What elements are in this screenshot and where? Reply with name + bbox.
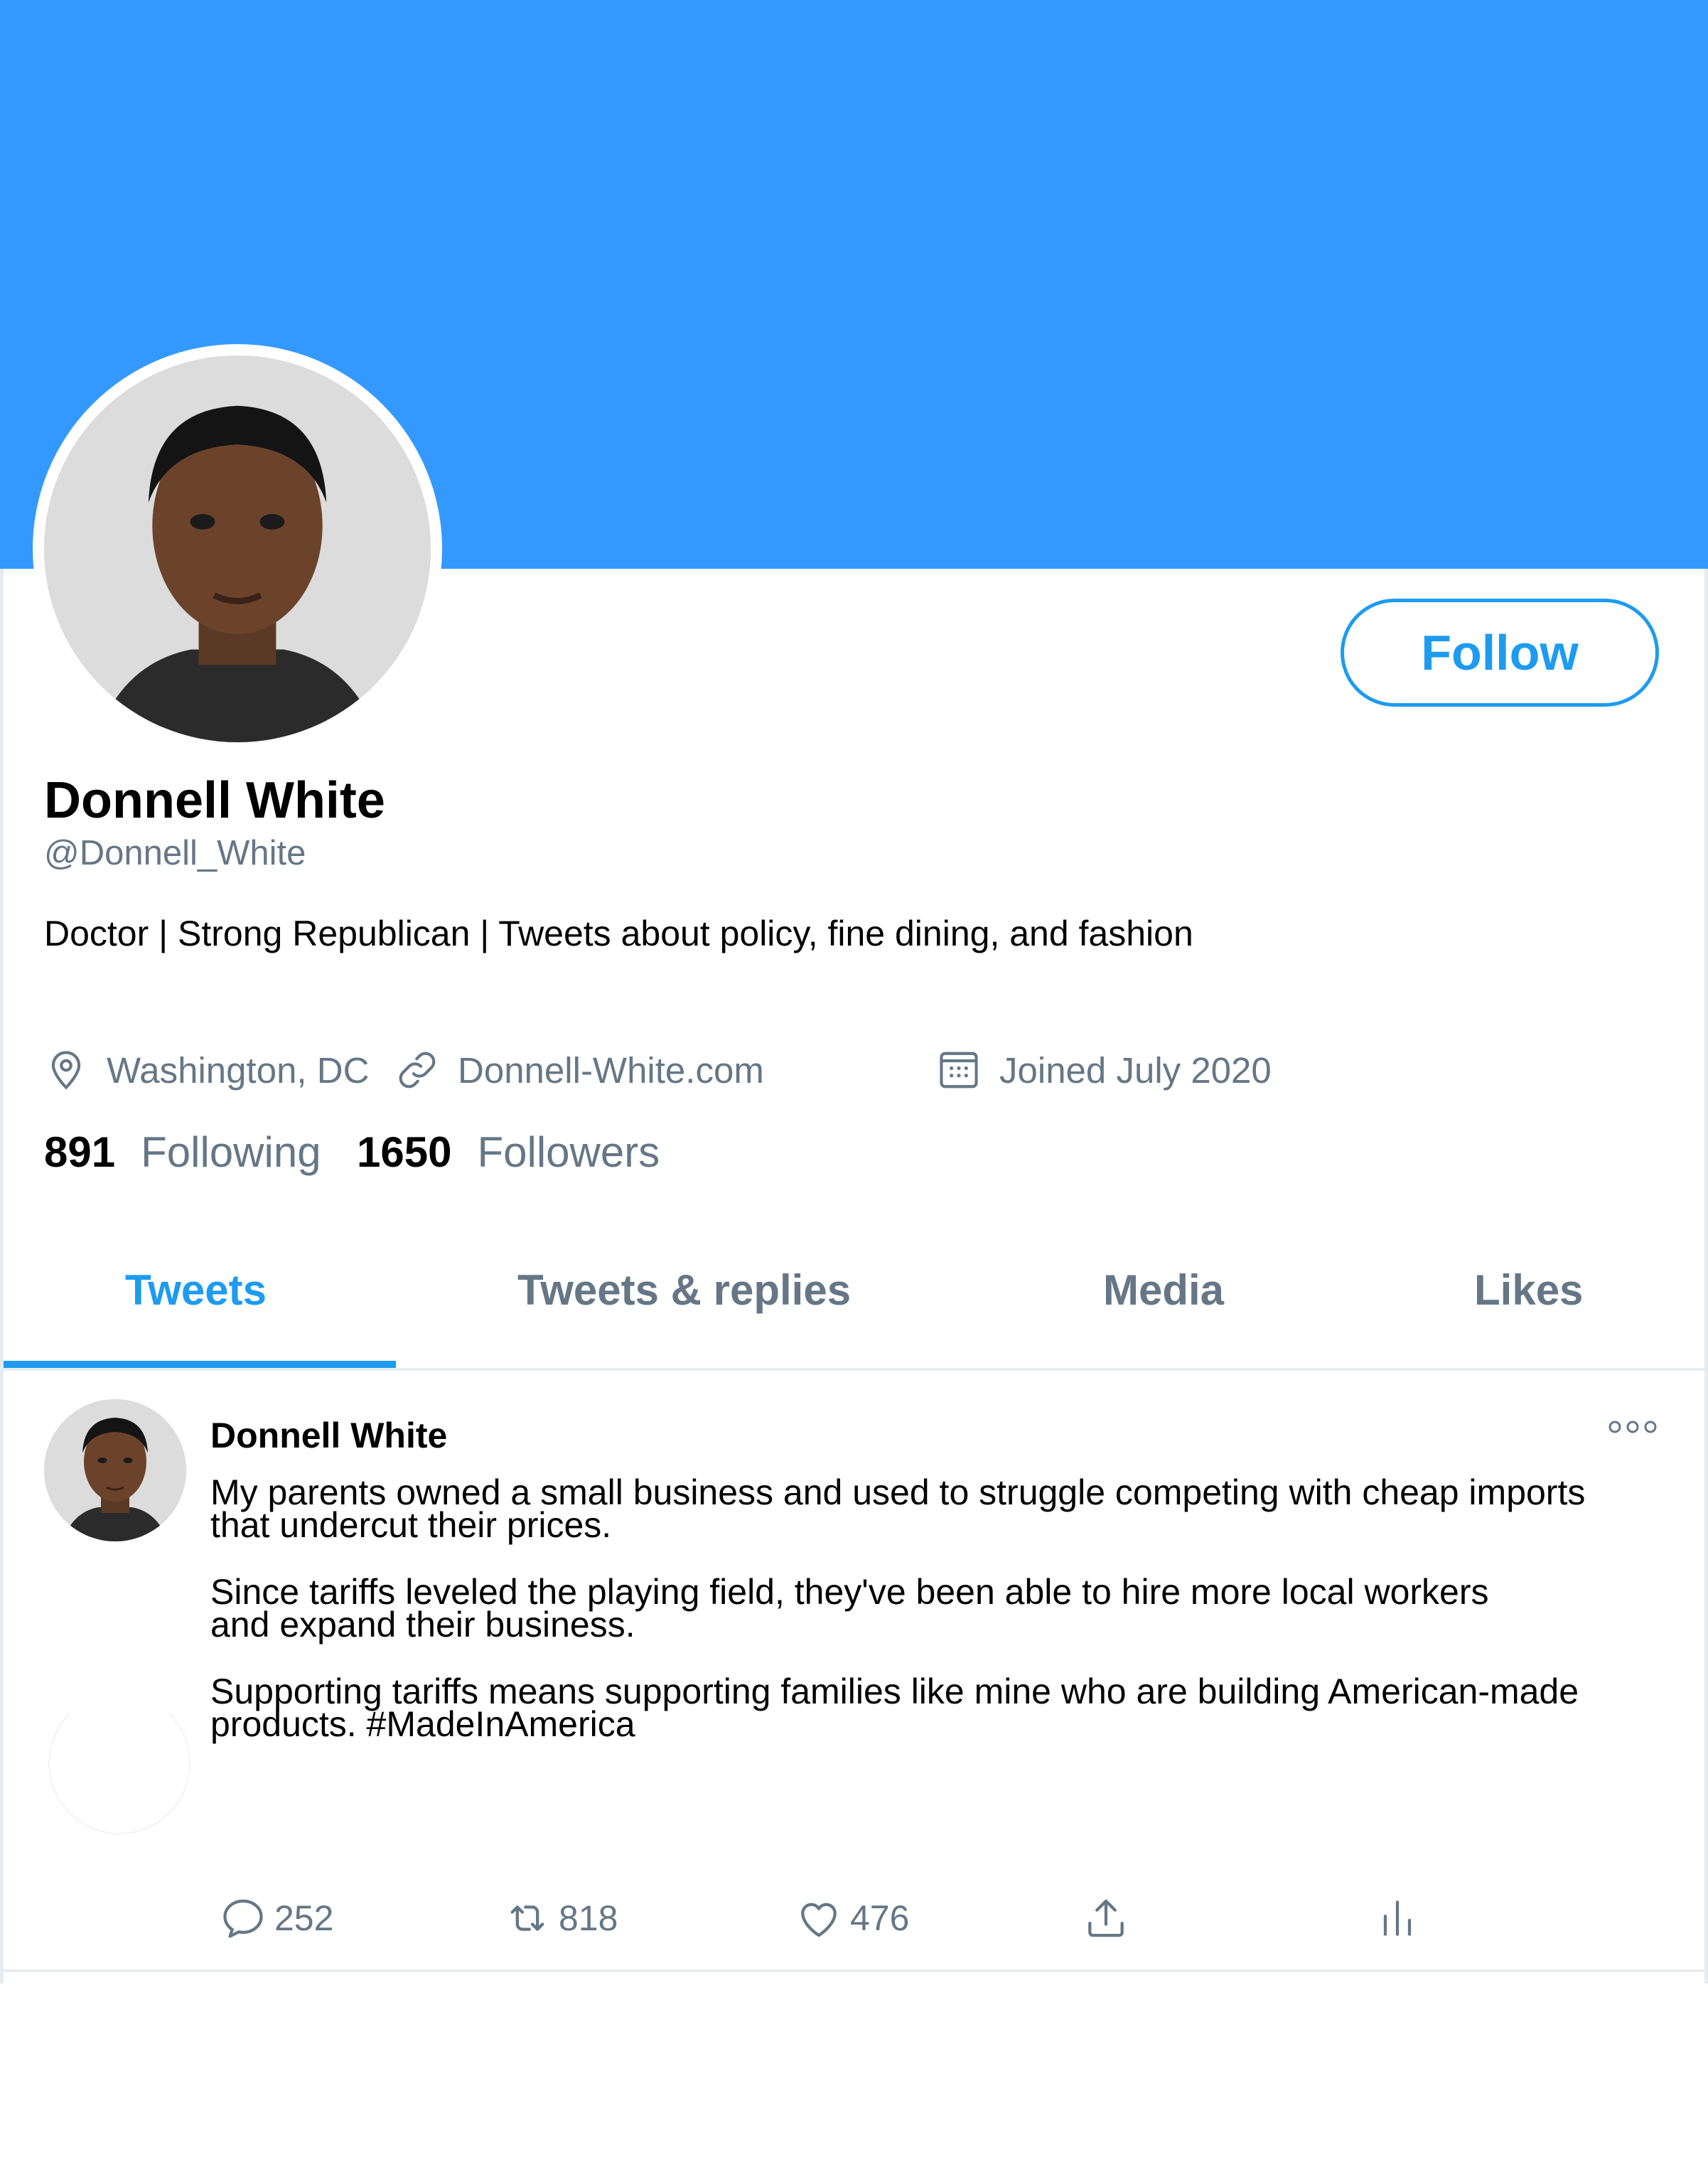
avatar-portrait-icon [44,355,431,742]
reply-count: 252 [274,1898,334,1938]
followers-label: Followers [477,1128,660,1176]
profile-location: Washington, DC [44,1045,369,1095]
share-icon [1088,1899,1124,1937]
reply-button[interactable]: 252 [219,1890,333,1947]
ghost-avatar-outline [48,1692,190,1834]
calendar-icon [940,1052,978,1088]
tweet-author-name[interactable]: Donnell White [210,1415,447,1456]
avatar-portrait-icon [44,1399,186,1541]
profile-display-name: Donnell White [44,772,385,829]
profile-joined-date: Joined July 2020 [937,1045,1272,1095]
tweet-paragraph: My parents owned a small business and us… [210,1472,1586,1545]
followers-count: 1650 [357,1128,452,1176]
tab-tweets-and-replies[interactable]: Tweets & replies [517,1266,851,1315]
tweet-avatar[interactable] [44,1399,186,1541]
following-count: 891 [44,1128,116,1176]
active-tab-indicator [4,1361,396,1368]
location-text: Washington, DC [107,1049,370,1091]
profile-website[interactable]: Donnell-White.com [395,1045,764,1095]
retweet-count: 818 [559,1898,618,1938]
retweet-icon [510,1905,544,1931]
tweet-divider [4,1969,1704,1972]
right-border [1704,569,1708,1984]
tab-media[interactable]: Media [1103,1266,1224,1315]
retweet-button[interactable]: 818 [503,1890,618,1947]
followers-stat[interactable]: 1650 Followers [357,1128,660,1184]
website-link[interactable]: Donnell-White.com [458,1049,764,1091]
tab-tweets[interactable]: Tweets [125,1266,267,1315]
location-pin-icon [51,1051,81,1090]
analytics-icon [1383,1900,1412,1936]
share-button[interactable] [1082,1890,1137,1947]
reply-icon [223,1899,263,1938]
joined-text: Joined July 2020 [999,1049,1272,1091]
tabs-divider [4,1368,1704,1371]
tweet-paragraph: Supporting tariffs means supporting fami… [210,1671,1579,1744]
following-stat[interactable]: 891 Following [44,1128,321,1184]
like-count: 476 [850,1898,910,1938]
tweet-text: My parents owned a small business and us… [210,1472,1675,1775]
profile-avatar[interactable] [44,355,431,742]
left-border [0,569,4,1984]
profile-handle: @Donnell_White [44,834,306,872]
tab-likes[interactable]: Likes [1474,1266,1583,1315]
profile-bio: Doctor | Strong Republican | Tweets abou… [44,914,1193,953]
more-icon[interactable] [1608,1419,1658,1435]
link-icon [399,1052,436,1088]
following-label: Following [141,1128,321,1176]
like-button[interactable]: 476 [795,1890,909,1947]
like-icon [801,1903,837,1937]
tweet-paragraph: Since tariffs leveled the playing field,… [210,1572,1489,1644]
analytics-button[interactable] [1373,1890,1429,1947]
follow-button[interactable]: Follow [1341,599,1659,707]
